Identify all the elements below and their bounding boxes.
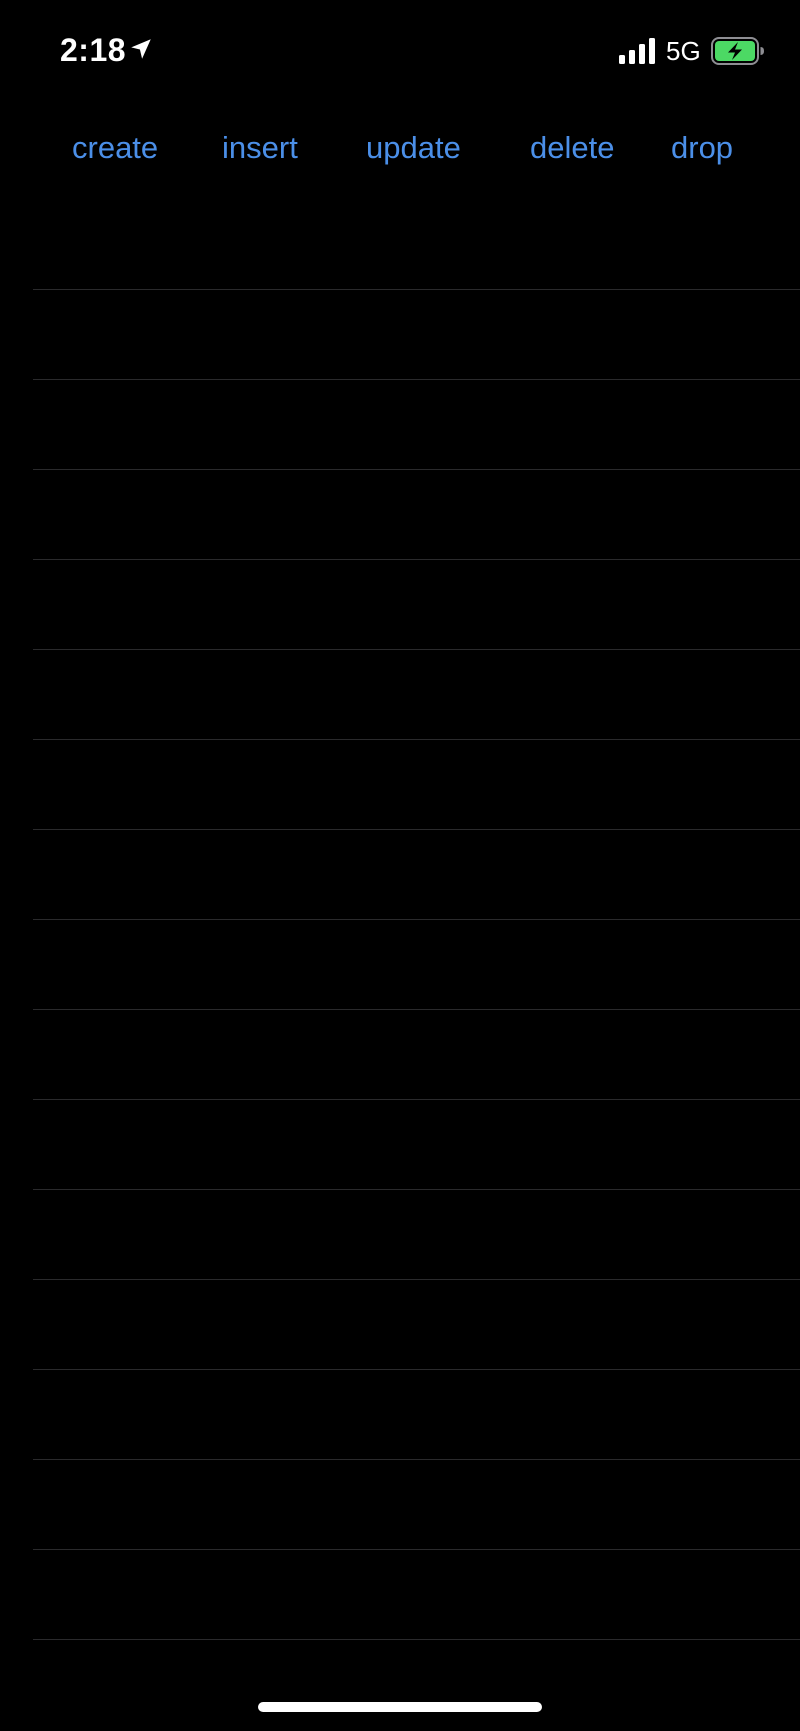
list-item[interactable] (33, 470, 800, 560)
list-item[interactable] (33, 290, 800, 380)
drop-button[interactable]: drop (671, 124, 733, 172)
location-arrow-icon (131, 39, 151, 59)
list-item[interactable] (33, 380, 800, 470)
toolbar: create insert update delete drop (0, 124, 800, 172)
status-bar: 2:18 5G (0, 0, 800, 100)
status-time: 2:18 (60, 32, 127, 68)
list-item[interactable] (33, 1460, 800, 1550)
insert-button[interactable]: insert (222, 124, 298, 172)
list-item[interactable] (33, 740, 800, 830)
list-item[interactable] (33, 920, 800, 1010)
list-item[interactable] (33, 650, 800, 740)
list-item[interactable] (33, 1550, 800, 1640)
list-item[interactable] (33, 1370, 800, 1460)
list-item[interactable] (33, 560, 800, 650)
cellular-signal-icon (619, 38, 655, 64)
battery-charging-icon (711, 37, 764, 65)
list-item[interactable] (33, 1100, 800, 1190)
list-item[interactable] (33, 1190, 800, 1280)
list-item[interactable] (33, 200, 800, 290)
delete-button[interactable]: delete (530, 124, 614, 172)
list-item[interactable] (33, 1010, 800, 1100)
network-type-label: 5G (666, 36, 701, 66)
home-indicator[interactable] (258, 1702, 542, 1712)
update-button[interactable]: update (366, 124, 461, 172)
list-item[interactable] (33, 830, 800, 920)
table-list[interactable] (33, 200, 800, 1640)
create-button[interactable]: create (72, 124, 158, 172)
list-item[interactable] (33, 1280, 800, 1370)
